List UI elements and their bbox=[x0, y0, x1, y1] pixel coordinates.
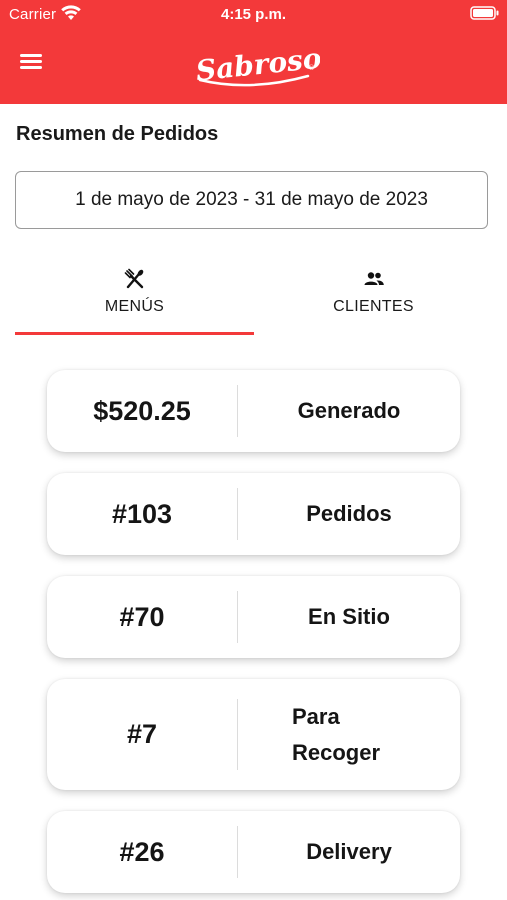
stat-card-para-recoger: #7 Para Recoger bbox=[47, 679, 460, 790]
logo-text: Sabroso bbox=[194, 42, 320, 88]
tab-clientes-label: CLIENTES bbox=[333, 298, 414, 315]
tab-menus-label: MENÚS bbox=[104, 298, 165, 315]
hamburger-line bbox=[20, 66, 42, 69]
stat-value: #70 bbox=[119, 601, 165, 632]
stat-label-line: Para bbox=[292, 703, 340, 729]
stat-label: Delivery bbox=[306, 839, 392, 864]
stat-card-delivery: #26 Delivery bbox=[47, 811, 460, 893]
stat-value: #7 bbox=[126, 719, 158, 749]
status-bar: Carrier 4:15 p.m. bbox=[0, 0, 507, 28]
stat-card-en-sitio: #70 En Sitio bbox=[47, 576, 460, 658]
people-icon bbox=[364, 272, 384, 285]
sabroso-logo: Sabroso ® bbox=[194, 42, 320, 88]
stat-value: #103 bbox=[111, 498, 173, 529]
tab-menus[interactable]: MENÚS bbox=[15, 262, 254, 334]
active-tab-indicator bbox=[15, 332, 254, 335]
hamburger-menu-button[interactable] bbox=[20, 54, 42, 74]
date-range-picker[interactable]: 1 de mayo de 2023 - 31 de mayo de 2023 bbox=[15, 171, 488, 229]
stat-label: Para Recoger bbox=[238, 679, 460, 790]
battery-icon bbox=[470, 6, 499, 20]
stat-label: Generado bbox=[297, 398, 401, 423]
stat-value: $520.25 bbox=[93, 395, 191, 426]
stat-card-pedidos: #103 Pedidos bbox=[47, 473, 460, 555]
registered-mark: ® bbox=[308, 64, 315, 72]
stat-label: Pedidos bbox=[306, 501, 392, 526]
stat-label-line: Recoger bbox=[292, 739, 381, 765]
utensils-icon bbox=[124, 268, 143, 289]
stat-card-generado: $520.25 Generado bbox=[47, 370, 460, 452]
stat-label: En Sitio bbox=[308, 604, 390, 629]
status-time: 4:15 p.m. bbox=[220, 6, 287, 23]
hamburger-line bbox=[20, 60, 42, 63]
date-range-value: 1 de mayo de 2023 - 31 de mayo de 2023 bbox=[75, 189, 428, 210]
stat-value: #26 bbox=[119, 836, 165, 867]
page-title: Resumen de Pedidos bbox=[16, 123, 219, 145]
tab-clientes[interactable]: CLIENTES bbox=[254, 262, 493, 334]
hamburger-line bbox=[20, 54, 42, 57]
